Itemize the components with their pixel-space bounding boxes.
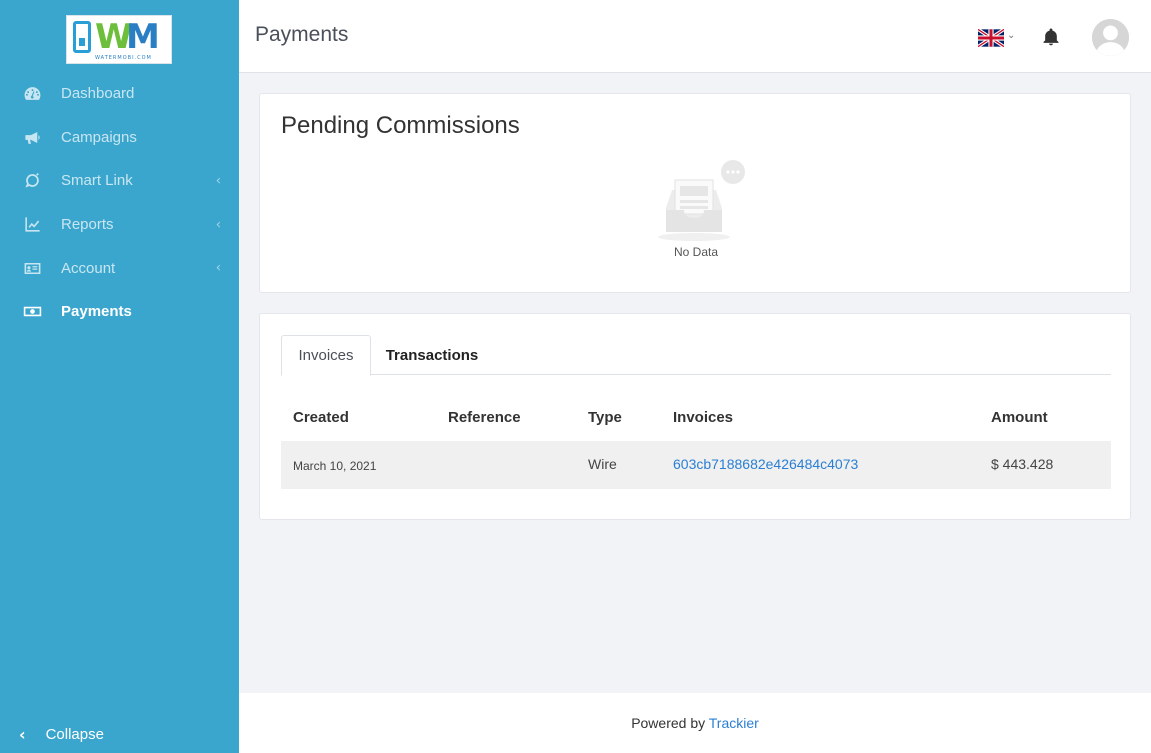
pending-commissions-card: Pending Commissions No Data [259,93,1131,293]
top-header: Payments ⌄ [239,0,1151,73]
tab-transactions[interactable]: Transactions [372,335,492,375]
chevron-down-icon[interactable]: ⌄ [1007,30,1015,41]
sidebar-item-smart-link[interactable]: Smart Link ‹ [0,159,239,203]
logo-letter-w: W [95,17,132,57]
logo-subtitle: WATERMOBI.COM [95,55,152,61]
user-silhouette-icon [1092,19,1129,56]
invoices-card: Invoices Transactions Created Reference … [259,313,1131,520]
cell-type: Wire [588,456,617,472]
tab-invoices[interactable]: Invoices [281,335,371,376]
collapse-button[interactable]: ‹ Collapse [0,716,239,753]
chevron-left-icon: ‹ [215,173,221,189]
phone-icon [73,21,91,53]
sidebar-item-label: Smart Link [61,172,133,190]
empty-inbox-icon [658,160,745,241]
sidebar-item-label: Payments [61,303,132,321]
sidebar: W M WATERMOBI.COM Dashboard Campaigns Sm… [0,0,239,753]
cell-created: March 10, 2021 [293,459,377,473]
sidebar-item-label: Account [61,259,116,277]
column-header-amount[interactable]: Amount [991,409,1048,426]
logo-letter-m: M [126,17,160,57]
sidebar-item-label: Reports [61,216,114,234]
pending-commissions-title: Pending Commissions [281,112,520,139]
chevron-left-icon: ‹ [215,217,221,233]
footer-text: Powered by Trackier [239,715,1151,731]
invoices-table: Created Reference Type Invoices Amount M… [281,395,1111,489]
footer: Powered by Trackier [239,693,1151,753]
logo-graphic: W M WATERMOBI.COM [69,18,169,61]
megaphone-icon [22,127,42,147]
chart-line-icon [22,215,42,235]
column-header-type[interactable]: Type [588,409,622,426]
sidebar-item-campaigns[interactable]: Campaigns [0,116,239,160]
table-header: Created Reference Type Invoices Amount [281,395,1111,441]
bell-icon[interactable] [1041,27,1061,47]
empty-state-text: No Data [673,245,719,259]
id-card-icon [22,258,42,278]
invoice-link[interactable]: 603cb7188682e426484c4073 [673,456,858,472]
cell-amount: $ 443.428 [991,456,1054,472]
sidebar-nav: Dashboard Campaigns Smart Link ‹ Reports… [0,72,239,334]
brand-logo[interactable]: W M WATERMOBI.COM [66,15,172,64]
uk-flag-icon[interactable] [978,29,1004,47]
chevron-left-icon: ‹ [215,260,221,276]
dashboard-icon [22,84,42,104]
sidebar-item-account[interactable]: Account ‹ [0,246,239,290]
page-title: Payments [255,23,349,46]
sidebar-item-label: Campaigns [61,128,137,146]
chevron-left-icon: ‹ [19,725,26,744]
tab-bar: Invoices Transactions [281,335,1111,376]
collapse-label: Collapse [45,726,104,743]
money-bill-icon [22,302,42,322]
table-row: March 10, 2021 Wire 603cb7188682e426484c… [281,441,1111,489]
sidebar-item-payments[interactable]: Payments [0,290,239,334]
footer-prefix: Powered by [631,715,709,731]
column-header-created[interactable]: Created [293,409,349,426]
column-header-reference[interactable]: Reference [448,409,521,426]
link-icon [22,171,42,191]
sidebar-item-label: Dashboard [61,85,135,103]
trackier-link[interactable]: Trackier [709,715,759,731]
sidebar-item-dashboard[interactable]: Dashboard [0,72,239,116]
sidebar-item-reports[interactable]: Reports ‹ [0,203,239,247]
avatar[interactable] [1092,19,1129,56]
column-header-invoices[interactable]: Invoices [673,409,733,426]
